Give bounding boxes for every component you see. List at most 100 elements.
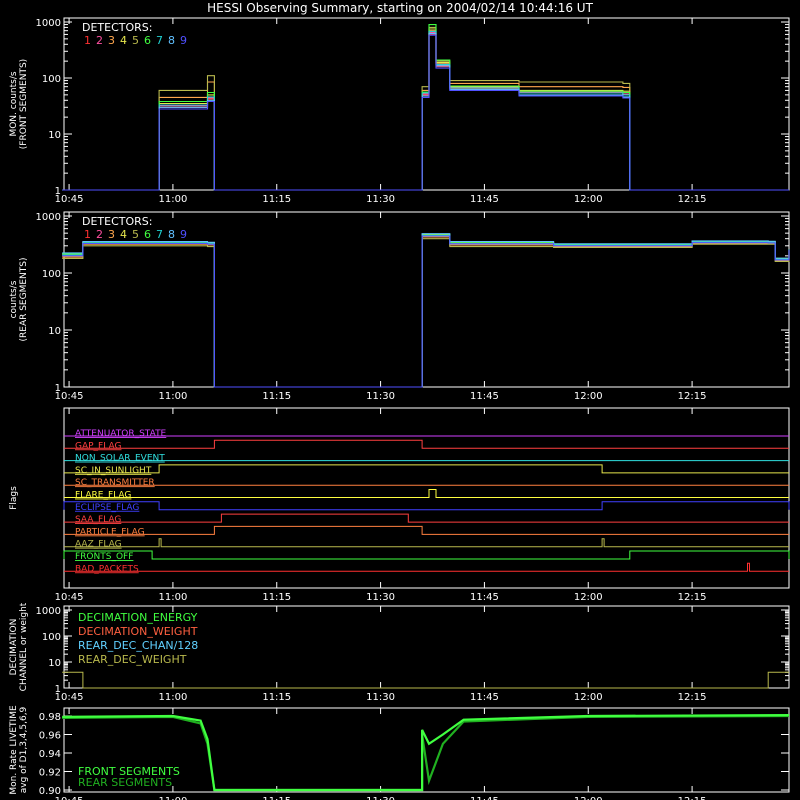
x-tick-label: 11:00	[158, 692, 187, 703]
series-line-detector-3	[62, 30, 789, 191]
flag-label: SAA_FLAG	[75, 515, 121, 525]
legend-item-detector-6: 6	[144, 228, 151, 241]
legend-item-detector-6: 6	[144, 34, 151, 47]
x-tick-label: 11:00	[158, 391, 187, 402]
flag-label: FRONTS_OFF	[75, 552, 133, 562]
x-tick-label: 11:30	[366, 592, 395, 603]
y-axis-label-line: Flags	[9, 486, 19, 510]
flag-line	[64, 464, 789, 474]
series-line-detector-2	[62, 234, 790, 388]
series-line-detector-1	[62, 33, 789, 191]
legend-item-decimation: REAR_DEC_CHAN/128	[78, 639, 198, 652]
x-tick-label: 10:45	[55, 592, 84, 603]
x-tick-label: 11:15	[262, 592, 291, 603]
y-tick-label: 1000	[36, 212, 61, 223]
legend-item-detector-5: 5	[132, 228, 139, 241]
flag-line	[63, 550, 790, 560]
flag-label: NON_SOLAR_EVENT	[75, 454, 165, 464]
x-tick-label: 11:15	[262, 692, 291, 703]
observing-summary-chart: 10:45 11:00 11:15 11:30 11:45 12:00 12:15 MON. …	[9, 17, 790, 800]
series-line-detector-5	[62, 238, 790, 388]
x-tick-label: 12:00	[574, 692, 603, 703]
flag-label: FLARE_FLAG	[75, 491, 131, 501]
series-line-detector-8	[62, 233, 790, 388]
legend-title: DETECTORS:	[82, 215, 152, 228]
series-line-detector-7	[62, 30, 789, 191]
flag-line	[63, 501, 790, 511]
legend-item-detector-5: 5	[132, 34, 139, 47]
y-axis-label-line: DECIMATION	[9, 619, 19, 676]
series-line-detector-3	[62, 236, 790, 388]
legend-item-detector-2: 2	[96, 228, 103, 241]
y-tick-label: 0.96	[39, 731, 61, 742]
x-tick-label: 11:00	[158, 194, 187, 205]
y-axis-label: Flags	[9, 486, 19, 510]
legend-item-decimation: DECIMATION_ENERGY	[78, 611, 198, 624]
x-tick-label: 12:00	[574, 194, 603, 205]
legend-item-detector-7: 7	[156, 228, 163, 241]
y-tick-label: 1	[55, 684, 61, 695]
x-tick-label: 11:45	[470, 592, 499, 603]
x-tick-label: 12:15	[678, 796, 707, 800]
x-tick-label: 12:15	[678, 592, 707, 603]
y-tick-label: 1000	[36, 606, 61, 617]
y-axis-label-line: (REAR SEGMENTS)	[19, 257, 29, 341]
panel-frame	[63, 707, 790, 793]
legend-item-detector-1: 1	[84, 34, 91, 47]
legend-item-livetime: REAR SEGMENTS	[78, 776, 172, 789]
y-axis-label: DECIMATIONCHANNEL or weight	[9, 602, 29, 691]
y-axis-label: MON. counts/s(FRONT SEGMENTS)	[9, 59, 29, 149]
y-tick-label: 0.94	[39, 749, 61, 760]
y-tick-label: 0.92	[39, 768, 61, 779]
y-tick-label: 10	[48, 658, 61, 669]
flag-label: ATTENUATOR_STATE	[75, 429, 167, 439]
x-tick-label: 12:15	[678, 692, 707, 703]
legend-item-decimation: REAR_DEC_WEIGHT	[78, 653, 187, 666]
flag-label: ECLIPSE_FLAG	[75, 503, 139, 513]
legend-item-detector-9: 9	[180, 228, 187, 241]
legend-item-detector-3: 3	[108, 34, 115, 47]
legend-item-detector-1: 1	[84, 228, 91, 241]
y-tick-label: 10	[48, 130, 61, 141]
flag-label: SC_TRANSMITTER	[75, 478, 155, 488]
series-line-detector-9	[62, 34, 789, 191]
flag-line	[64, 489, 789, 498]
x-tick-label: 11:30	[366, 796, 395, 800]
flag-label: AAZ_FLAG	[75, 540, 122, 550]
series-line-detector-1	[62, 235, 790, 388]
x-tick-label: 12:00	[574, 796, 603, 800]
x-tick-label: 12:00	[574, 592, 603, 603]
y-tick-label: 100	[42, 632, 61, 643]
y-tick-label: 0.90	[39, 786, 61, 797]
flag-label: BAD_PACKETS	[75, 564, 139, 574]
flag-line	[64, 439, 789, 449]
y-axis-label: Mon. Rate LIVETIMEavg of D1,3,4,5,6,9	[9, 705, 29, 795]
y-tick-label: 1	[55, 186, 61, 197]
flag-line	[64, 562, 789, 572]
flag-label: GAP_FLAG	[75, 441, 121, 451]
y-tick-label: 1	[55, 383, 61, 394]
x-tick-label: 12:00	[574, 391, 603, 402]
legend-item-detector-9: 9	[180, 34, 187, 47]
x-tick-label: 12:15	[678, 391, 707, 402]
flag-line	[64, 525, 789, 535]
flag-line	[64, 513, 789, 523]
series-line-detector-8	[62, 33, 789, 191]
y-axis-label: counts/s(REAR SEGMENTS)	[9, 257, 29, 341]
series-line-detector-4	[62, 234, 790, 388]
legend-item-decimation: DECIMATION_WEIGHT	[78, 625, 198, 638]
y-tick-label: 1000	[36, 18, 61, 29]
x-tick-label: 11:15	[262, 796, 291, 800]
x-tick-label: 11:15	[262, 194, 291, 205]
legend-item-detector-7: 7	[156, 34, 163, 47]
legend-item-detector-8: 8	[168, 34, 175, 47]
y-axis-label-line: CHANNEL or weight	[19, 602, 29, 691]
legend-item-detector-3: 3	[108, 228, 115, 241]
x-tick-label: 11:15	[262, 391, 291, 402]
y-tick-label: 0.98	[39, 712, 61, 723]
y-tick-label: 100	[42, 74, 61, 85]
legend-item-detector-4: 4	[120, 228, 127, 241]
flag-label: SC_IN_SUNLIGHT	[75, 466, 152, 476]
x-tick-label: 11:00	[158, 796, 187, 800]
y-axis-label-line: Mon. Rate LIVETIME	[9, 705, 19, 795]
